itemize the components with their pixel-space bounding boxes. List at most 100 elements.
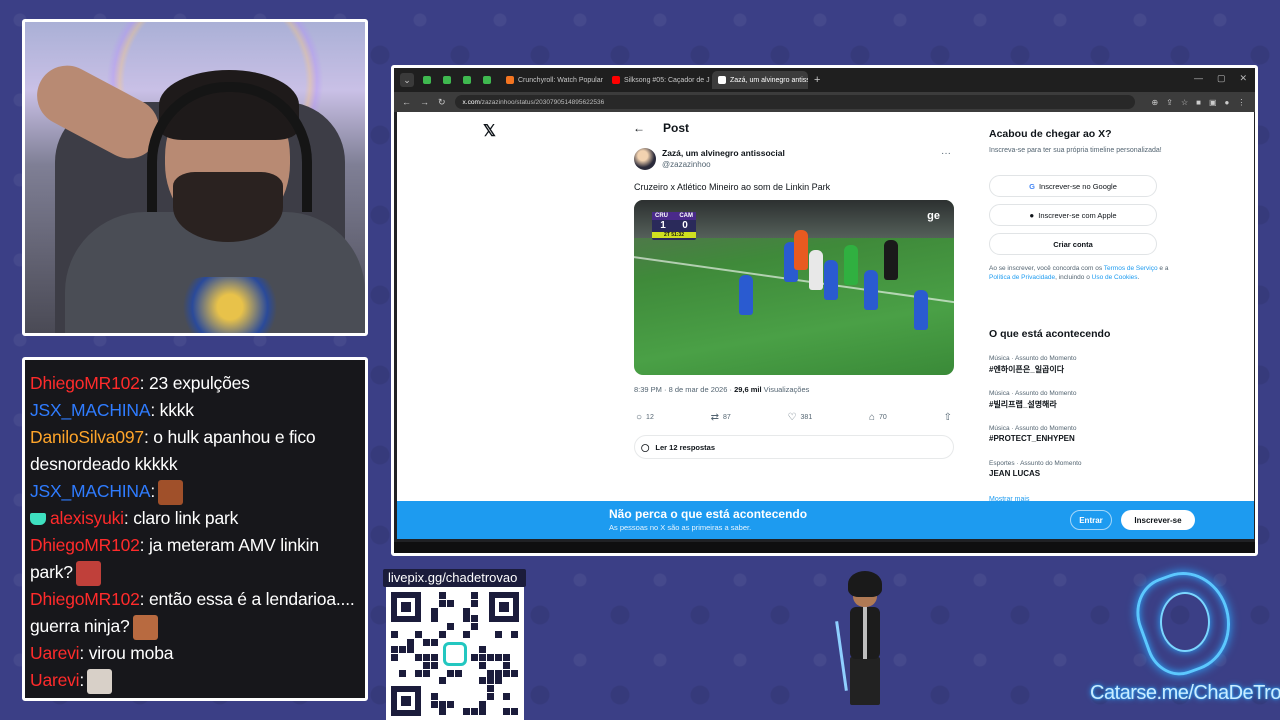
chat-message: Uarevi: virou moba bbox=[30, 640, 361, 667]
terms-link[interactable]: Termos de Serviço bbox=[1104, 265, 1158, 272]
read-replies-label: Ler 12 respostas bbox=[655, 442, 716, 452]
qr-module bbox=[431, 661, 438, 669]
trend-item[interactable]: Música · Assunto do Momento #PROTECT_ENHY… bbox=[989, 425, 1179, 443]
chat-username[interactable]: JSX_MACHINA bbox=[30, 481, 151, 501]
trend-item[interactable]: Música · Assunto do Momento #엔하이픈은_일곱이다 bbox=[989, 355, 1179, 375]
bookmark-star-icon[interactable]: ☆ bbox=[1181, 98, 1188, 107]
reply-button[interactable]: ○ 12 bbox=[636, 412, 654, 423]
scoreboard: CRU CAM 1 0 2T 51:32 bbox=[652, 212, 696, 240]
chat-username[interactable]: DhiegoMR102 bbox=[30, 373, 140, 393]
login-button[interactable]: Entrar bbox=[1070, 510, 1112, 530]
chat-username[interactable]: alexisyuki bbox=[50, 508, 124, 528]
tab-label: Crunchyroll: Watch Popular An bbox=[518, 76, 604, 84]
page-title: Post bbox=[663, 121, 690, 135]
trend-meta: Música · Assunto do Momento bbox=[989, 425, 1077, 432]
signup-button[interactable]: Inscrever-se bbox=[1121, 510, 1195, 530]
qr-module bbox=[463, 708, 470, 716]
banner-title: Não perca o que está acontecendo bbox=[609, 507, 808, 521]
extensions-puzzle-icon[interactable]: ▣ bbox=[1209, 98, 1217, 107]
apple-signup-button[interactable]: ● Inscrever-se com Apple bbox=[989, 204, 1157, 226]
chat-username[interactable]: Uarevi bbox=[30, 643, 80, 663]
like-button[interactable]: ♡ 381 bbox=[788, 412, 813, 423]
author-handle[interactable]: @zazazinhoo bbox=[662, 160, 785, 169]
chat-username[interactable]: DhiegoMR102 bbox=[30, 589, 140, 609]
browser-tab[interactable]: Crunchyroll: Watch Popular An✕ bbox=[500, 71, 604, 89]
google-icon: G bbox=[1029, 181, 1035, 191]
chat-username[interactable]: Uarevi bbox=[30, 670, 80, 690]
x-logo-icon[interactable]: 𝕏 bbox=[483, 121, 496, 141]
browser-tab[interactable]: Zazá, um alvinegro antisso✕ bbox=[712, 71, 808, 89]
menu-icon[interactable]: ⋮ bbox=[1237, 98, 1245, 107]
mascot-strap bbox=[863, 607, 867, 659]
qr-module bbox=[439, 700, 446, 708]
minimize-icon[interactable]: — bbox=[1194, 73, 1203, 84]
qr-module bbox=[503, 654, 510, 661]
reload-icon[interactable]: ↻ bbox=[438, 97, 446, 108]
share-icon[interactable]: ⇪ bbox=[1166, 98, 1173, 107]
cookies-link[interactable]: Uso de Cookies bbox=[1092, 274, 1138, 281]
signup-title: Acabou de chegar ao X? bbox=[989, 128, 1112, 140]
qr-module bbox=[471, 592, 478, 599]
repost-button[interactable]: ⇄ 87 bbox=[711, 412, 731, 423]
back-icon[interactable]: ← bbox=[402, 97, 411, 107]
qr-module bbox=[479, 700, 486, 708]
post-author[interactable]: Zazá, um alvinegro antissocial @zazazinh… bbox=[634, 148, 785, 170]
qr-module bbox=[439, 708, 446, 716]
tab-search-icon[interactable]: ⌄ bbox=[400, 73, 414, 87]
post-video[interactable]: CRU CAM 1 0 2T 51:32 ge bbox=[634, 200, 954, 375]
close-icon[interactable]: ✕ bbox=[1239, 73, 1247, 84]
chat-message: DhiegoMR102: então essa é a lendarioa...… bbox=[30, 586, 361, 640]
qr-module bbox=[487, 685, 494, 692]
url-input[interactable]: x.com/zazazinhoo/status/2030790514895622… bbox=[454, 95, 1135, 109]
create-account-button[interactable]: Criar conta bbox=[989, 233, 1157, 255]
read-replies-button[interactable]: ◯ Ler 12 respostas bbox=[634, 435, 954, 459]
bookmark-button[interactable]: ⌂ 70 bbox=[869, 412, 887, 423]
back-arrow-icon[interactable]: ← bbox=[633, 121, 645, 135]
qr-module bbox=[431, 607, 438, 615]
trend-name: JEAN LUCAS bbox=[989, 469, 1041, 478]
share-button[interactable]: ⇧ bbox=[944, 412, 952, 423]
qr-finder bbox=[391, 686, 421, 716]
qr-module bbox=[447, 623, 454, 630]
browser-tab[interactable] bbox=[420, 71, 438, 89]
chat-message: Uarevi: bbox=[30, 667, 361, 694]
player bbox=[739, 275, 753, 315]
maximize-icon[interactable]: ▢ bbox=[1217, 73, 1226, 84]
livepix-url: livepix.gg/chadetrovao bbox=[383, 569, 526, 587]
google-signup-button[interactable]: G Inscrever-se no Google bbox=[989, 175, 1157, 197]
browser-tab[interactable]: Silksong #05: Caçador de Jubil✕ bbox=[606, 71, 710, 89]
author-name[interactable]: Zazá, um alvinegro antissocial bbox=[662, 148, 785, 158]
qr-module bbox=[471, 654, 478, 661]
extension-icon[interactable]: ■ bbox=[1196, 98, 1201, 107]
qr-module bbox=[479, 677, 486, 685]
qr-finder bbox=[489, 592, 519, 622]
tabs-container: Crunchyroll: Watch Popular An✕Silksong #… bbox=[420, 71, 810, 89]
chat-username[interactable]: JSX_MACHINA bbox=[30, 400, 151, 420]
privacy-link[interactable]: Política de Privacidade bbox=[989, 274, 1055, 281]
qr-module bbox=[431, 700, 438, 708]
qr-module bbox=[479, 708, 486, 716]
window-controls: — ▢ ✕ bbox=[1194, 73, 1247, 84]
avatar[interactable] bbox=[634, 148, 656, 170]
browser-tab[interactable] bbox=[460, 71, 478, 89]
more-options-icon[interactable]: ··· bbox=[941, 148, 951, 159]
new-tab-button[interactable]: + bbox=[814, 74, 820, 86]
post-timestamp[interactable]: 8:39 PM · 8 de mar de 2026 · bbox=[634, 385, 734, 394]
zoom-icon[interactable]: ⊕ bbox=[1152, 98, 1159, 107]
qr-module bbox=[439, 592, 446, 599]
browser-tab[interactable] bbox=[480, 71, 498, 89]
terms-mid2: , incluindo o bbox=[1055, 274, 1092, 281]
forward-icon[interactable]: → bbox=[420, 97, 429, 107]
browser-tab[interactable] bbox=[440, 71, 458, 89]
profile-icon[interactable]: ● bbox=[1225, 98, 1230, 107]
webcam-feed bbox=[22, 19, 368, 336]
sub-badge-icon bbox=[30, 513, 46, 526]
trend-item[interactable]: Música · Assunto do Momento #빌리프랩_설명해라 bbox=[989, 390, 1179, 410]
qr-module bbox=[399, 669, 406, 677]
home-score: 1 bbox=[660, 220, 666, 231]
chat-emote-icon bbox=[132, 614, 158, 640]
chat-username[interactable]: DaniloSilva097 bbox=[30, 427, 144, 447]
trend-item[interactable]: Esportes · Assunto do Momento JEAN LUCAS bbox=[989, 460, 1179, 478]
chat-username[interactable]: DhiegoMR102 bbox=[30, 535, 140, 555]
mascot-character bbox=[835, 571, 896, 711]
